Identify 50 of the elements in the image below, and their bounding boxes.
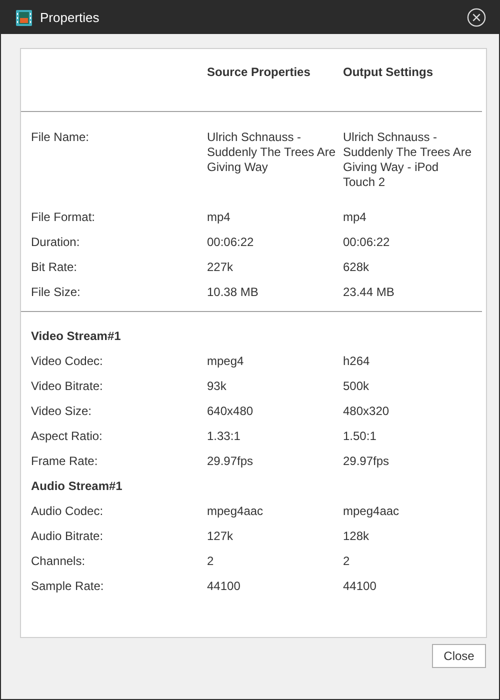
field-value: 44100 [207,579,242,594]
field-label: Video Codec: [30,354,104,369]
field-value: 128k [343,529,370,544]
field-value: mpeg4aac [207,504,264,519]
field-value: Ulrich Schnauss - Suddenly The Trees Are Giving Way - iPod Touch 2 [343,130,473,190]
field-value: 10.38 MB [207,285,260,300]
field-label: File Name: [30,130,90,146]
field-label: Aspect Ratio: [30,429,104,444]
field-value: mpeg4aac [343,504,400,519]
field-value: 29.97fps [343,454,390,469]
field-label: Video Bitrate: [30,379,104,394]
field-label: Bit Rate: [30,260,78,275]
column-header: Output Settings [343,65,434,81]
field-value: 1.50:1 [343,429,378,444]
field-value: 93k [207,379,228,394]
field-label: Audio Bitrate: [30,529,104,544]
field-value: 00:06:22 [343,235,391,250]
close-button[interactable]: Close [432,644,486,668]
film-icon [16,10,32,26]
field-value: mp4 [343,210,368,225]
section-heading: Audio Stream#1 [30,479,122,494]
field-value: 00:06:22 [207,235,255,250]
field-label: Video Size: [30,404,92,419]
field-value: 127k [207,529,234,544]
field-label: File Size: [30,285,82,300]
field-label: File Format: [30,210,96,225]
field-label: Frame Rate: [30,454,99,469]
field-value: mpeg4 [207,354,245,369]
section-heading: Video Stream#1 [30,329,121,344]
field-value: 29.97fps [207,454,254,469]
field-value: h264 [343,354,371,369]
field-value: 44100 [343,579,378,594]
field-value: 500k [343,379,370,394]
field-label: Duration: [30,235,81,250]
close-icon[interactable] [467,8,486,27]
field-label: Sample Rate: [30,579,105,594]
field-value: 640x480 [207,404,254,419]
field-value: 23.44 MB [343,285,396,300]
field-value: 1.33:1 [207,429,242,444]
field-value: 2 [343,554,351,569]
field-value: 628k [343,260,370,275]
field-value: mp4 [207,210,232,225]
window-title: Properties [40,10,100,25]
field-value: 2 [207,554,215,569]
field-value: Ulrich Schnauss - Suddenly The Trees Are Giving Way [207,130,337,176]
field-value: 480x320 [343,404,390,419]
field-value: 227k [207,260,234,275]
column-header: Source Properties [207,65,312,81]
field-label: Audio Codec: [30,504,104,519]
field-label: Channels: [30,554,86,569]
